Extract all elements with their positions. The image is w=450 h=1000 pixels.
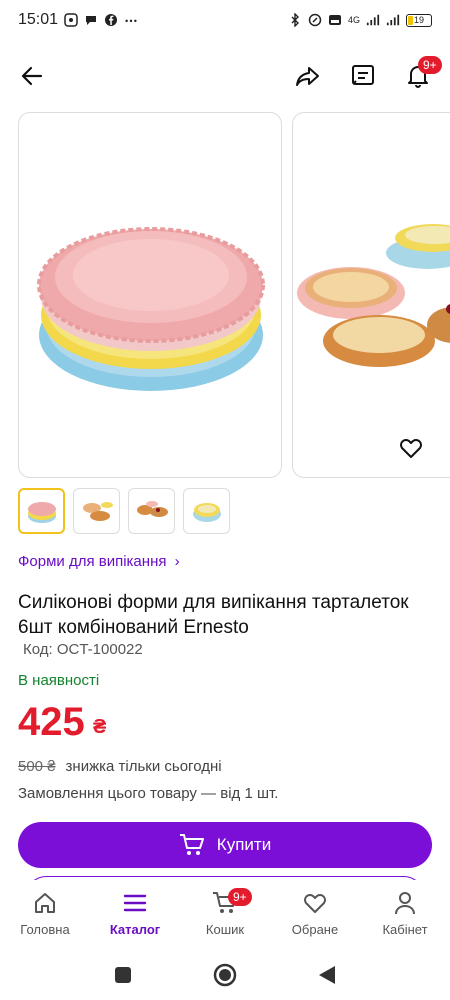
min-order-note: Замовлення цього товару — від 1 шт. — [18, 785, 279, 802]
volte-icon — [328, 13, 342, 27]
nav-home-label: Головна — [20, 922, 70, 937]
tarts-thumb-icon — [82, 502, 113, 521]
buy-button-label: Купити — [216, 835, 272, 854]
back-system-button[interactable] — [315, 963, 339, 987]
facebook-icon — [104, 13, 118, 27]
nav-catalog-label: Каталог — [109, 922, 161, 937]
status-time: 15:01 — [18, 11, 59, 28]
favorite-button[interactable] — [396, 433, 426, 463]
bluetooth-icon — [288, 13, 302, 27]
product-title: Силіконові форми для випікання тарталето… — [18, 592, 409, 638]
triangle-back-icon — [319, 966, 335, 984]
link-icon — [308, 13, 322, 27]
nav-favorites-label: Обране — [291, 922, 339, 937]
home-icon — [32, 890, 58, 916]
status-left: 15:01 — [18, 11, 138, 29]
stock-status: В наявності — [18, 672, 100, 689]
message-icon — [352, 65, 374, 85]
gallery-image-second[interactable] — [292, 112, 450, 478]
back-button[interactable] — [16, 60, 48, 92]
price-currency: ₴ — [93, 716, 107, 738]
product-price: 425 — [18, 700, 85, 744]
product-sku: Код: OCT-100022 — [23, 641, 143, 658]
battery-icon: 19 — [406, 13, 432, 27]
chevron-right-icon: › — [174, 553, 180, 570]
reviews-button[interactable] — [347, 60, 379, 92]
thumbnail-1[interactable] — [18, 488, 65, 534]
chat-icon — [84, 13, 98, 27]
thumbnail-strip — [18, 488, 230, 534]
status-bar: 15:01 4G 19 — [0, 0, 450, 40]
square-icon — [115, 967, 131, 983]
thumbnail-3[interactable] — [128, 488, 175, 534]
category-label: Форми для випікання — [18, 553, 167, 570]
nav-catalog[interactable]: Каталог — [90, 880, 180, 950]
discount-line: 500 ₴ знижка тільки сьогодні — [18, 758, 222, 775]
yellow-mould-thumb-icon — [192, 503, 221, 522]
heart-icon — [302, 890, 328, 916]
thumbnail-4[interactable] — [183, 488, 230, 534]
battery-level: 19 — [413, 15, 424, 25]
nav-cart[interactable]: 9+ Кошик — [180, 880, 270, 950]
nav-favorites[interactable]: Обране — [270, 880, 360, 950]
buy-button[interactable]: Купити — [18, 822, 432, 868]
network-type: 4G — [347, 15, 360, 25]
back-arrow-icon — [21, 66, 43, 86]
app-bar: 9+ — [0, 52, 450, 100]
status-right: 4G 19 — [288, 13, 432, 27]
gallery-image-main[interactable] — [18, 112, 282, 478]
product-gallery[interactable] — [18, 112, 450, 480]
user-icon — [392, 890, 418, 916]
cart-icon — [179, 834, 204, 855]
discount-text: знижка тільки сьогодні — [65, 758, 222, 775]
notification-badge: 9+ — [418, 56, 442, 74]
pink-stack-thumb-icon — [27, 502, 56, 523]
more-dots-icon — [124, 13, 138, 27]
bottom-navigation: Головна Каталог 9+ Кошик Обране Кабінет — [0, 880, 450, 950]
cart-badge: 9+ — [228, 888, 252, 906]
thumbnail-2[interactable] — [73, 488, 120, 534]
home-system-button[interactable] — [213, 963, 237, 987]
recents-button[interactable] — [111, 963, 135, 987]
system-navigation — [0, 950, 450, 1000]
nav-account-label: Кабінет — [382, 922, 428, 937]
nav-cart-label: Кошик — [205, 922, 245, 937]
tarts-berries-thumb-icon — [136, 501, 168, 517]
circle-icon — [213, 963, 237, 987]
nav-account[interactable]: Кабінет — [360, 880, 450, 950]
signal-icon-2 — [386, 13, 400, 27]
silicone-molds-image — [37, 227, 265, 391]
menu-icon — [122, 890, 148, 916]
share-icon — [296, 67, 319, 86]
heart-outline-icon — [400, 439, 422, 458]
share-button[interactable] — [292, 60, 324, 92]
notifications-button[interactable]: 9+ — [402, 56, 442, 92]
nav-home[interactable]: Головна — [0, 880, 90, 950]
tarts-image — [297, 224, 450, 367]
old-price: 500 ₴ — [18, 758, 56, 775]
signal-icon — [366, 13, 380, 27]
viber-icon — [64, 13, 78, 27]
category-breadcrumb[interactable]: Форми для випікання › — [18, 553, 180, 570]
